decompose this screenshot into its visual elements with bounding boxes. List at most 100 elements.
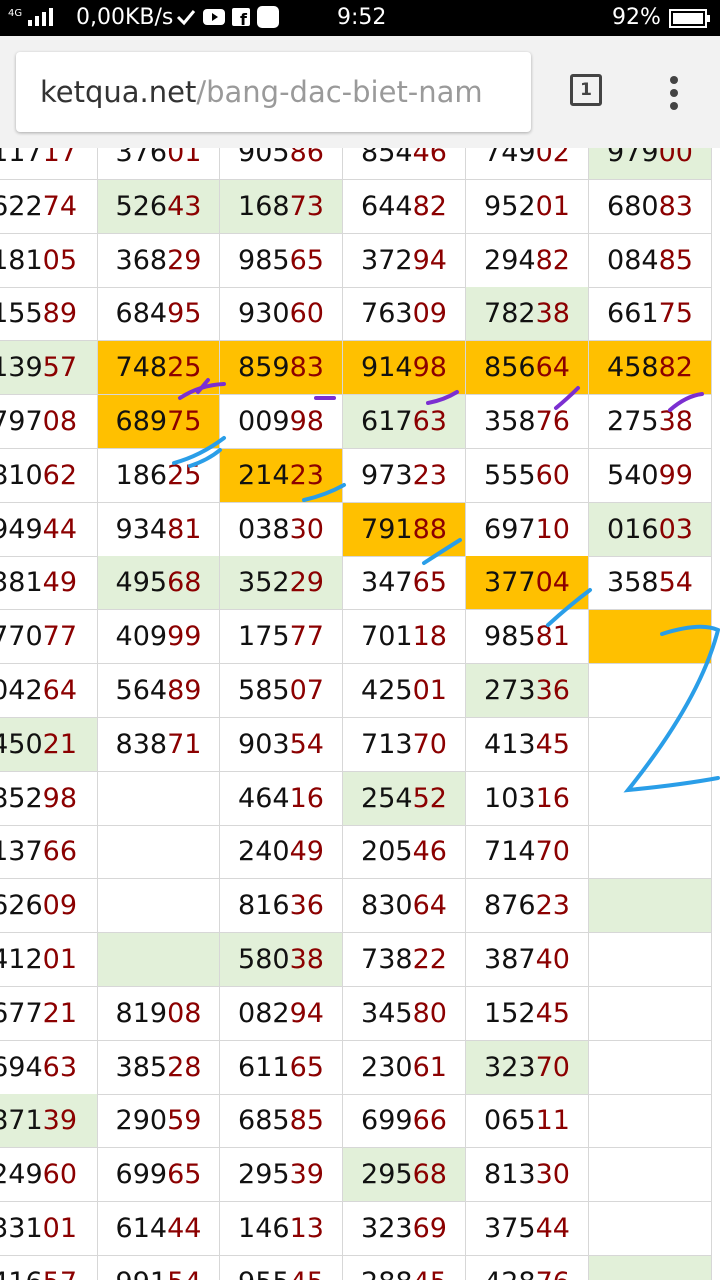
network-type: 4G	[8, 8, 22, 19]
cell-prefix: 240	[238, 836, 290, 867]
cell-last-two-digits: 64	[42, 675, 77, 706]
table-cell: 15245	[466, 987, 589, 1041]
table-cell: 93481	[98, 503, 220, 557]
cell-last-two-digits: 01	[412, 675, 447, 706]
cell-last-two-digits: 07	[289, 675, 324, 706]
cell-last-two-digits: 60	[289, 298, 324, 329]
cell-last-two-digits: 76	[536, 1267, 570, 1280]
cell-prefix: 813	[484, 1159, 536, 1190]
table-cell: 74902	[466, 148, 589, 180]
table-cell: 28845	[343, 1256, 466, 1280]
table-cell: 97323	[343, 449, 466, 503]
cell-last-two-digits: 16	[535, 783, 570, 814]
cell-last-two-digits: 73	[289, 191, 324, 222]
table-cell: 71370	[343, 718, 466, 772]
cell-last-two-digits: 25	[167, 352, 202, 383]
table-cell: 41201	[0, 933, 98, 987]
table-cell: 58038	[220, 933, 343, 987]
cell-last-two-digits: 08	[167, 998, 202, 1029]
cell-last-two-digits: 04	[535, 567, 570, 598]
table-cell: 34765	[343, 556, 466, 610]
table-cell: 94944	[0, 503, 98, 557]
cell-last-two-digits: 46	[412, 148, 447, 168]
cell-last-two-digits: 13	[289, 1213, 324, 1244]
cell-last-two-digits: 81	[167, 514, 202, 545]
table-cell: 45882	[589, 341, 712, 395]
table-cell: 83871	[98, 718, 220, 772]
cell-last-two-digits: 03	[658, 514, 693, 545]
cell-prefix: 914	[361, 352, 413, 383]
table-cell: 64482	[343, 180, 466, 234]
table-cell: 81636	[220, 879, 343, 933]
cell-prefix: 949	[0, 514, 43, 545]
table-cell: 74825	[98, 341, 220, 395]
table-cell: 18105	[0, 234, 98, 288]
table-cell: 87623	[466, 879, 589, 933]
cell-prefix: 381	[0, 567, 43, 598]
table-cell: 87139	[0, 1094, 98, 1148]
table-cell: 35876	[466, 395, 589, 449]
cell-prefix: 564	[115, 675, 168, 706]
cell-prefix: 680	[607, 191, 659, 222]
url-text[interactable]: ketqua.net/bang-dac-biet-nam	[40, 74, 483, 110]
table-cell: 73822	[343, 933, 466, 987]
cell-last-two-digits: 60	[42, 1159, 77, 1190]
tab-switcher-button[interactable]: 1	[570, 74, 602, 106]
cell-last-two-digits: 75	[658, 298, 693, 329]
cell-last-two-digits: 45	[535, 998, 570, 1029]
cell-prefix: 979	[607, 148, 659, 168]
table-cell: 83064	[343, 879, 466, 933]
table-cell: 61165	[220, 1041, 343, 1095]
menu-dot	[670, 89, 678, 97]
cell-last-two-digits: 38	[535, 298, 570, 329]
cell-prefix: 644	[361, 191, 413, 222]
cell-last-two-digits: 01	[42, 944, 77, 975]
table-cell: 90354	[220, 718, 343, 772]
cell-last-two-digits: 62	[42, 460, 77, 491]
cell-last-two-digits: 23	[412, 460, 447, 491]
table-cell	[589, 825, 712, 879]
cell-prefix: 042	[0, 675, 43, 706]
table-cell: 27336	[466, 664, 589, 718]
table-cell: 85983	[220, 341, 343, 395]
table-cell: 79188	[343, 503, 466, 557]
table-cell: 61763	[343, 395, 466, 449]
cell-last-two-digits: 64	[535, 352, 570, 383]
table-cell: 97900	[589, 148, 712, 180]
overflow-menu-button[interactable]	[660, 76, 688, 112]
cell-prefix: 677	[0, 998, 43, 1029]
cell-last-two-digits: 29	[167, 245, 202, 276]
cell-last-two-digits: 85	[658, 245, 693, 276]
cell-prefix: 859	[238, 352, 290, 383]
table-cell: 25452	[343, 772, 466, 826]
cell-prefix: 275	[607, 406, 659, 437]
table-cell: 08485	[589, 234, 712, 288]
cell-prefix: 214	[238, 460, 290, 491]
address-bar[interactable]: ketqua.net/bang-dac-biet-nam	[16, 52, 531, 132]
cell-prefix: 152	[484, 998, 536, 1029]
cell-prefix: 273	[484, 675, 536, 706]
cell-prefix: 290	[115, 1105, 168, 1136]
table-cell: 62274	[0, 180, 98, 234]
cell-last-two-digits: 60	[535, 460, 570, 491]
table-cell: 03830	[220, 503, 343, 557]
table-cell: 04264	[0, 664, 98, 718]
cell-prefix: 230	[361, 1052, 413, 1083]
cell-prefix: 580	[238, 944, 290, 975]
table-cell: 69463	[0, 1041, 98, 1095]
cell-prefix: 428	[484, 1267, 536, 1280]
table-cell: 71470	[466, 825, 589, 879]
table-cell: 29482	[466, 234, 589, 288]
cell-prefix: 748	[115, 352, 168, 383]
cell-prefix: 930	[238, 298, 290, 329]
table-cell: 69966	[343, 1094, 466, 1148]
cell-last-two-digits: 81	[535, 621, 570, 652]
cell-last-two-digits: 83	[658, 191, 693, 222]
cell-last-two-digits: 54	[289, 729, 324, 760]
cell-last-two-digits: 22	[412, 944, 447, 975]
cell-prefix: 375	[484, 1213, 536, 1244]
table-cell: 08294	[220, 987, 343, 1041]
cell-prefix: 749	[484, 148, 536, 168]
cell-last-two-digits: 45	[290, 1267, 324, 1280]
table-cell: 42876	[466, 1256, 589, 1280]
